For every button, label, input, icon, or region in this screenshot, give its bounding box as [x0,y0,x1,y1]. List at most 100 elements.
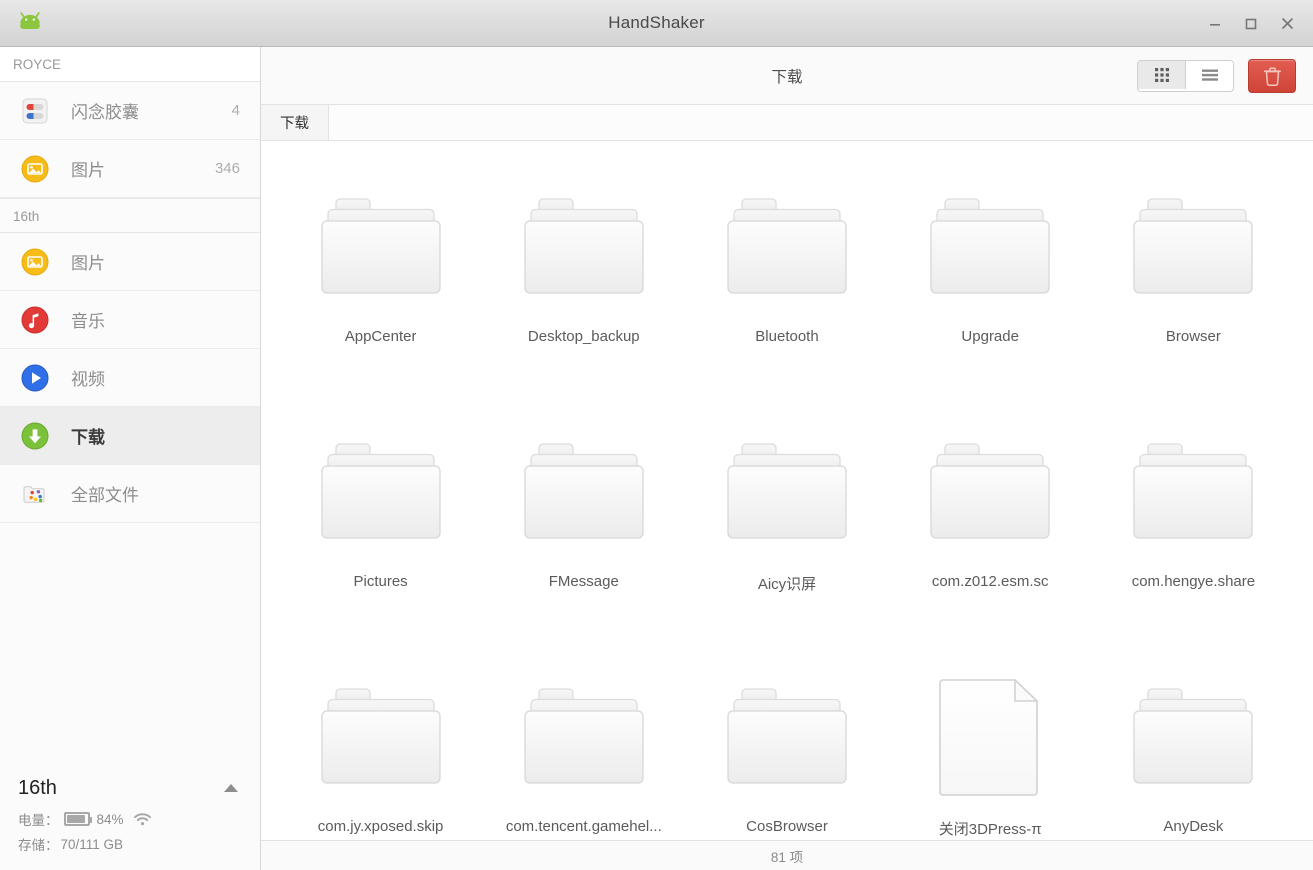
sidebar-group-royce-header: ROYCE [0,47,260,82]
breadcrumb-tab-bar: 下载 [261,105,1313,141]
minimize-icon[interactable] [1197,4,1233,44]
file-item-label: CosBrowser [746,818,828,835]
file-item-label: Browser [1165,328,1221,345]
sidebar-item-capsule[interactable]: 闪念胶囊 4 [0,82,260,140]
folder-icon [722,163,852,328]
sidebar-item-pictures-royce[interactable]: 图片 346 [0,140,260,198]
content-toolbar: 下载 [261,47,1313,105]
android-robot-icon [14,8,48,38]
battery-icon [63,812,92,826]
file-item-label: Aicy识屏 [757,576,817,593]
capsule-icon [20,96,50,126]
folder-icon [316,163,446,328]
sidebar-item-music[interactable]: 音乐 [0,291,260,349]
folder-icon [1128,163,1258,328]
file-grid-item[interactable]: Pictures [279,408,482,653]
file-item-label: Desktop_backup [527,328,640,345]
battery-percent: 84% [96,811,124,827]
file-item-label: Bluetooth [755,328,819,345]
wifi-icon [133,812,152,826]
folder-icon [722,653,852,818]
folder-icon [1128,653,1258,818]
file-grid-item[interactable]: com.hengye.share [1092,408,1295,653]
file-icon [935,653,1045,818]
file-grid-item[interactable]: AnyDesk [1092,653,1295,840]
device-name-row: 16th [18,777,242,800]
sidebar-item-label: 图片 [71,254,105,273]
device-info-panel: 16th 电量： 84% 存储： 70/111 GB [0,763,260,870]
folder-icon [519,163,649,328]
file-grid: AppCenter Desktop_backup Bluetooth Upgra… [261,141,1313,840]
content-pane: 下载 下载 AppCenter Desktop_backup Bluetooth… [261,47,1313,870]
download-icon [20,421,50,451]
sidebar-group-16th-header: 16th [0,198,260,233]
sidebar-item-label: 图片 [71,161,105,180]
file-grid-item[interactable]: CosBrowser [685,653,888,840]
sidebar-item-label: 音乐 [71,312,105,331]
battery-label: 电量： [18,813,59,828]
sidebar-item-label: 全部文件 [71,486,139,505]
file-item-label: com.hengye.share [1131,573,1256,590]
file-grid-item[interactable]: Browser [1092,163,1295,408]
sidebar-item-label: 下载 [71,428,105,447]
folder-icon [1128,408,1258,573]
folder-icon [925,408,1055,573]
file-item-label: com.jy.xposed.skip [317,818,444,835]
eject-icon[interactable] [220,779,242,799]
toolbar-actions [1137,47,1296,105]
file-grid-item[interactable]: FMessage [482,408,685,653]
file-grid-item[interactable]: com.tencent.gamehel... [482,653,685,840]
title-bar: HandShaker [0,0,1313,47]
music-icon [20,305,50,335]
file-grid-item[interactable]: Desktop_backup [482,163,685,408]
battery-row: 电量： 84% [18,809,242,829]
file-grid-container[interactable]: AppCenter Desktop_backup Bluetooth Upgra… [261,141,1313,840]
breadcrumb-tab-downloads[interactable]: 下载 [261,105,329,140]
file-item-label: com.z012.esm.sc [931,573,1049,590]
window-title: HandShaker [608,13,705,32]
folder-icon [519,653,649,818]
maximize-icon[interactable] [1233,4,1269,44]
file-item-label: com.tencent.gamehel... [505,818,662,835]
file-item-label: Upgrade [961,328,1019,345]
view-mode-toggle [1137,60,1234,92]
device-name: 16th [18,777,57,799]
sidebar-item-video[interactable]: 视频 [0,349,260,407]
file-grid-item[interactable]: Bluetooth [685,163,888,408]
handshaker-window: HandShaker ROYCE 闪念胶囊 4 图片 346 16th 图片 音… [0,0,1313,870]
file-item-label: 关闭3DPress-π [938,821,1042,838]
video-icon [20,363,50,393]
sidebar-item-all-files[interactable]: 全部文件 [0,465,260,523]
file-grid-item[interactable]: Upgrade [889,163,1092,408]
list-view-icon[interactable] [1185,61,1233,89]
file-item-label: Pictures [353,573,408,590]
sidebar-item-count: 4 [231,102,240,119]
storage-value: 70/111 GB [60,836,124,852]
file-grid-item[interactable]: 关闭3DPress-π [889,653,1092,840]
window-controls [1197,0,1305,47]
folder-icon [316,408,446,573]
window-body: ROYCE 闪念胶囊 4 图片 346 16th 图片 音乐 视频 下载 全部文… [0,47,1313,870]
file-grid-item[interactable]: Aicy识屏 [685,408,888,653]
folder-icon [925,163,1055,328]
picture-icon [20,247,50,277]
sidebar-item-downloads[interactable]: 下载 [0,407,260,465]
folder-icon [722,408,852,573]
close-icon[interactable] [1269,4,1305,44]
sidebar-item-pictures[interactable]: 图片 [0,233,260,291]
sidebar-item-label: 视频 [71,370,105,389]
file-item-label: FMessage [548,573,619,590]
file-grid-item[interactable]: com.z012.esm.sc [889,408,1092,653]
sidebar-item-count: 346 [214,160,240,177]
file-grid-item[interactable]: AppCenter [279,163,482,408]
file-item-label: AnyDesk [1163,818,1224,835]
sidebar-spacer [0,523,260,763]
sidebar: ROYCE 闪念胶囊 4 图片 346 16th 图片 音乐 视频 下载 全部文… [0,47,261,870]
file-grid-item[interactable]: com.jy.xposed.skip [279,653,482,840]
allfiles-icon [20,479,50,509]
trash-icon[interactable] [1248,59,1296,93]
folder-icon [316,653,446,818]
grid-view-icon[interactable] [1138,61,1185,89]
picture-icon [20,154,50,184]
status-bar: 81 项 [261,840,1313,870]
